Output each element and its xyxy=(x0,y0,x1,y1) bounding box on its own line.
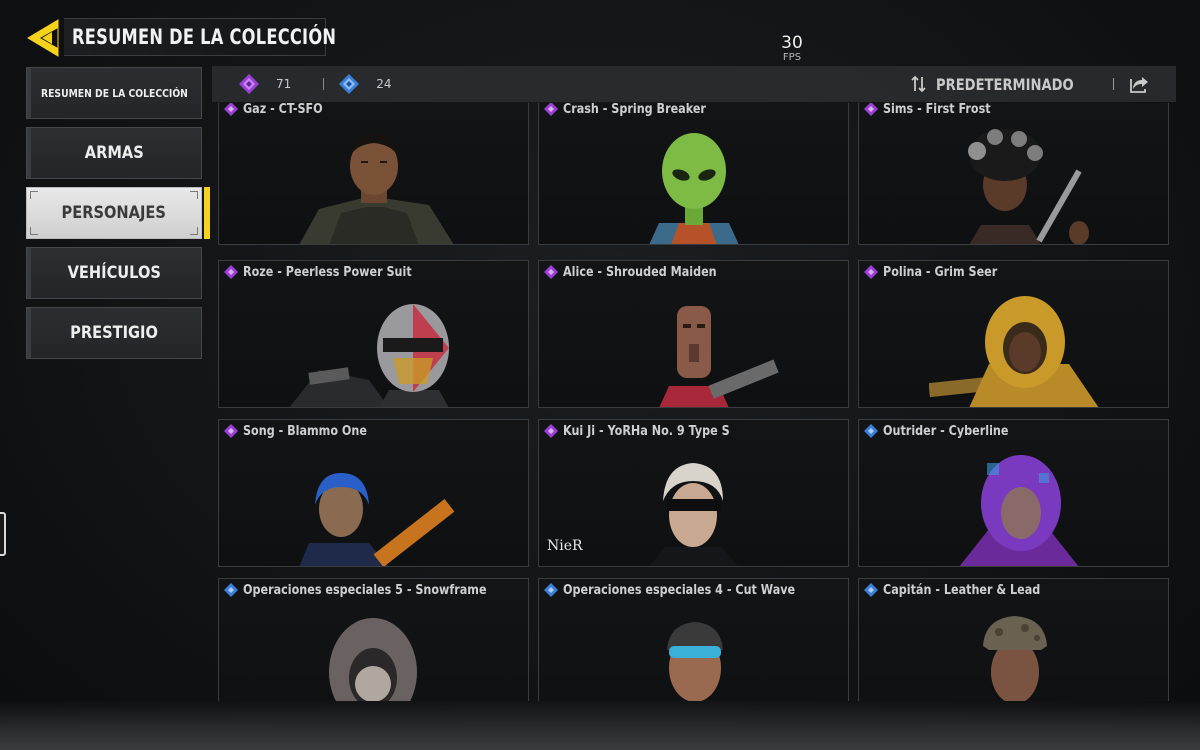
card-title: Alice - Shrouded Maiden xyxy=(543,264,742,280)
card-title-text: Roze - Peerless Power Suit xyxy=(243,264,412,280)
character-card[interactable]: Sims - First Frost xyxy=(858,103,1169,245)
card-title: Kui Ji - YoRHa No. 9 Type S xyxy=(543,423,757,439)
bottom-fade xyxy=(0,700,1200,750)
legendary-rarity-icon xyxy=(224,424,238,438)
character-portrait xyxy=(967,129,1089,244)
nier-logo: NieR xyxy=(547,538,583,554)
card-title-text: Capitán - Leather & Lead xyxy=(883,582,1041,598)
card-title-text: Operaciones especiales 5 - Snowframe xyxy=(243,582,487,598)
share-icon[interactable] xyxy=(1128,73,1150,95)
card-title-text: Kui Ji - YoRHa No. 9 Type S xyxy=(563,423,730,439)
character-card[interactable]: Capitán - Leather & Lead xyxy=(858,578,1169,701)
page-title-box: RESUMEN DE LA COLECCIÓN xyxy=(64,18,336,56)
card-title: Polina - Grim Seer xyxy=(863,264,1016,280)
character-portrait xyxy=(299,133,453,244)
epic-counter: 24 xyxy=(338,73,392,95)
back-arrow-icon[interactable] xyxy=(18,18,60,58)
character-portrait xyxy=(328,618,417,701)
legendary-rarity-icon xyxy=(544,424,558,438)
sidebar-item-vehicles[interactable]: VEHÍCULOS xyxy=(26,247,202,299)
sort-arrows-icon xyxy=(911,75,926,93)
page-title: RESUMEN DE LA COLECCIÓN xyxy=(72,25,337,49)
card-title: Sims - First Frost xyxy=(863,103,1008,117)
card-title-text: Gaz - CT-SFO xyxy=(243,103,323,117)
sidebar-item-label: VEHÍCULOS xyxy=(67,263,161,283)
character-portrait xyxy=(982,616,1047,701)
epic-count: 24 xyxy=(376,77,392,91)
character-portrait xyxy=(649,463,738,566)
card-title-text: Alice - Shrouded Maiden xyxy=(563,264,717,280)
sort-button[interactable]: PREDETERMINADO xyxy=(910,66,1104,102)
character-card[interactable]: Roze - Peerless Power Suit xyxy=(218,260,529,408)
card-title: Roze - Peerless Power Suit xyxy=(223,264,439,280)
character-portrait xyxy=(666,622,723,701)
epic-rarity-icon xyxy=(544,583,558,597)
character-card[interactable]: Gaz - CT-SFO xyxy=(218,103,529,245)
legendary-rarity-icon xyxy=(224,265,238,279)
character-card[interactable]: Kui Ji - YoRHa No. 9 Type S NieR xyxy=(538,419,849,567)
sidebar-item-collection-summary[interactable]: RESUMEN DE LA COLECCIÓN xyxy=(26,67,202,119)
sidebar-item-label: RESUMEN DE LA COLECCIÓN xyxy=(40,86,188,100)
character-card[interactable]: Outrider - Cyberline xyxy=(858,419,1169,567)
side-handle-icon[interactable] xyxy=(0,512,6,556)
character-portrait xyxy=(289,304,449,407)
card-title: Outrider - Cyberline xyxy=(863,423,1029,439)
legendary-rarity-icon xyxy=(864,265,878,279)
fps-label: FPS xyxy=(782,52,802,63)
collection-toolbar: 71 24 PREDETERMINADO xyxy=(212,66,1176,102)
legendary-rarity-icon xyxy=(239,74,259,94)
character-portrait xyxy=(928,296,1098,407)
character-portrait xyxy=(298,473,454,566)
card-title-text: Operaciones especiales 4 - Cut Wave xyxy=(563,582,796,598)
character-card[interactable]: Operaciones especiales 5 - Snowframe xyxy=(218,578,529,701)
sort-label: PREDETERMINADO xyxy=(936,74,1074,94)
character-grid: Gaz - CT-SFO Crash - Spring Breaker Sims… xyxy=(218,103,1170,701)
sidebar-item-label: PRESTIGIO xyxy=(70,323,158,343)
card-title-text: Song - Blammo One xyxy=(243,423,367,439)
legendary-rarity-icon xyxy=(224,103,238,116)
character-portrait xyxy=(648,133,739,244)
divider xyxy=(323,78,325,90)
card-title: Operaciones especiales 4 - Cut Wave xyxy=(543,582,833,598)
card-title: Song - Blammo One xyxy=(223,423,387,439)
character-card[interactable]: Crash - Spring Breaker xyxy=(538,103,849,245)
sidebar-item-prestige[interactable]: PRESTIGIO xyxy=(26,307,202,359)
card-title: Gaz - CT-SFO xyxy=(223,103,336,117)
card-title-text: Polina - Grim Seer xyxy=(883,264,998,280)
card-title: Crash - Spring Breaker xyxy=(543,103,729,117)
sidebar-item-label: ARMAS xyxy=(84,143,144,163)
epic-rarity-icon xyxy=(224,583,238,597)
divider xyxy=(1113,78,1114,90)
legendary-count: 71 xyxy=(276,77,292,91)
character-portrait xyxy=(959,455,1078,566)
epic-rarity-icon xyxy=(864,583,878,597)
fps-counter: 30 FPS xyxy=(772,34,812,64)
card-title-text: Crash - Spring Breaker xyxy=(563,103,706,117)
character-portrait xyxy=(658,306,779,407)
fps-value: 30 xyxy=(781,33,803,53)
epic-rarity-icon xyxy=(339,74,360,94)
legendary-counter: 71 xyxy=(238,73,291,95)
character-card[interactable]: Polina - Grim Seer xyxy=(858,260,1169,408)
sidebar-item-characters[interactable]: PERSONAJES xyxy=(26,187,210,239)
character-card[interactable]: Song - Blammo One xyxy=(218,419,529,567)
card-title-text: Outrider - Cyberline xyxy=(883,423,1009,439)
sidebar-item-label: PERSONAJES xyxy=(61,203,167,223)
legendary-rarity-icon xyxy=(544,265,558,279)
epic-rarity-icon xyxy=(864,424,878,438)
legendary-rarity-icon xyxy=(544,103,558,116)
legendary-rarity-icon xyxy=(864,103,878,116)
character-card[interactable]: Alice - Shrouded Maiden xyxy=(538,260,849,408)
card-title: Capitán - Leather & Lead xyxy=(863,582,1066,598)
sidebar-item-weapons[interactable]: ARMAS xyxy=(26,127,202,179)
card-title-text: Sims - First Frost xyxy=(883,103,991,117)
character-card[interactable]: Operaciones especiales 4 - Cut Wave xyxy=(538,578,849,701)
card-title: Operaciones especiales 5 - Snowframe xyxy=(223,582,526,598)
